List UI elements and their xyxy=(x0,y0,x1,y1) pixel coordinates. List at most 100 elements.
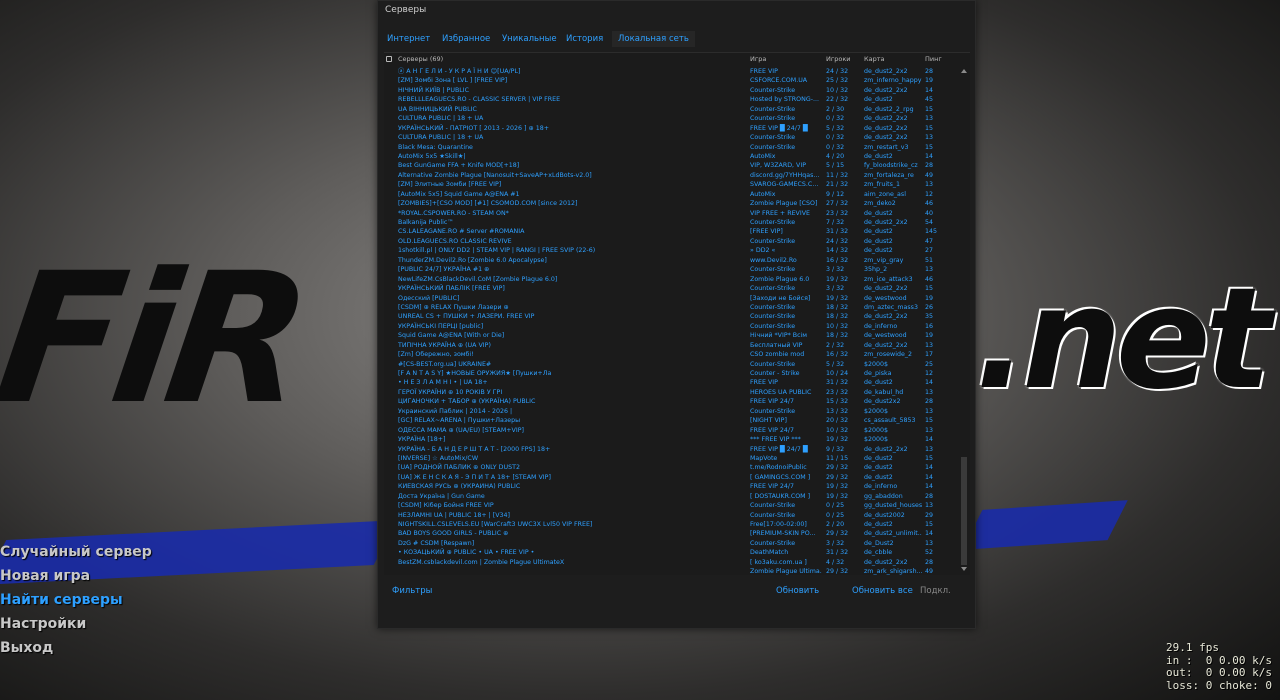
table-row[interactable]: Украинский Паблик | 2014 - 2026 | Counter… xyxy=(384,407,960,416)
table-row[interactable]: Squid Game A@ENA [With or Die] Нічний *VI… xyxy=(384,331,960,340)
table-row[interactable]: AutoMix 5x5 ★Skill★| AutoMix 4 / 20 de_dust… xyxy=(384,152,960,161)
table-row[interactable]: [ZM] Элитные Зомби [FREE VIP] SVAROG-GAME… xyxy=(384,180,960,189)
table-row[interactable]: • Н Е З Л А М Н І • | UA 18+ FREE VIP 31 /… xyxy=(384,378,960,387)
server-map: de_dust2_unlimit... xyxy=(864,530,922,538)
server-name: [ZM] Элитные Зомби [FREE VIP] xyxy=(398,181,502,189)
table-row[interactable]: [ZM] Зомбі Зона [ LVL ] [FREE VIP] CSFORC… xyxy=(384,76,960,85)
table-row[interactable]: Zombie Plague Ultima... 29 / 32 zm_ark_shi… xyxy=(384,567,960,576)
scrollbar[interactable] xyxy=(960,67,968,573)
scroll-thumb[interactable] xyxy=(961,457,967,565)
background-logo-right: .net xyxy=(975,258,1272,421)
table-row[interactable]: NewLifeZM.CsBlackDevil.CoM [Zombie Plagu… xyxy=(384,275,960,284)
table-row[interactable]: Black Mesa: Quarantine Counter-Strike 0 / … xyxy=(384,143,960,152)
server-players: 19 / 32 xyxy=(826,294,849,302)
table-row[interactable]: REBELLLEAGUECS.RO - CLASSIC SERVER | VIP… xyxy=(384,95,960,104)
menu-exit[interactable]: Выход xyxy=(0,636,152,660)
server-players: 23 / 32 xyxy=(826,209,849,217)
scroll-down-arrow-icon[interactable] xyxy=(961,567,967,571)
server-ping: 40 xyxy=(925,209,934,217)
server-name: • Н Е З Л А М Н І • | UA 18+ xyxy=(398,379,488,387)
table-row[interactable]: ТИПІЧНА УКРАЇНА ⊕ (UA VIP) Бесплатный VIP… xyxy=(384,341,960,350)
table-row[interactable]: [UA] Ж Е Н С К А Я - Э П И Т А 18+ [STEA… xyxy=(384,473,960,482)
server-map: de_dust2 xyxy=(864,247,893,255)
server-name: УКРАЇНА - Б А Н Д Е Р Ш Т А Т - [2000 FP… xyxy=(398,445,551,453)
table-row[interactable]: 1shotkill.pl | ONLY DD2 | STEAM VIP | RA… xyxy=(384,246,960,255)
table-row[interactable]: CULTURA PUBLIC | 18 + UA Counter-Strike 0 … xyxy=(384,133,960,142)
scroll-up-arrow-icon[interactable] xyxy=(961,69,967,73)
table-row[interactable]: Доста Україна | Gun Game [ DOSTAUKR.COM ]… xyxy=(384,492,960,501)
server-players: 18 / 32 xyxy=(826,332,849,340)
table-row[interactable]: Balkanija Public™ Counter-Strike 7 / 32 de_… xyxy=(384,218,960,227)
column-servers[interactable]: Серверы (69) xyxy=(398,55,443,63)
table-row[interactable]: [ZOMBIES]+[CSO MOD] [#1] CSOMOD.COM [sin… xyxy=(384,199,960,208)
menu-settings[interactable]: Настройки xyxy=(0,612,152,636)
server-ping: 15 xyxy=(925,105,934,113)
menu-random-server[interactable]: Случайный сервер xyxy=(0,540,152,564)
table-row[interactable]: [PUBLIC 24/7] УКРАЇНА #1 ⊕ Counter-Strike… xyxy=(384,265,960,274)
table-row[interactable]: [F A N T A S Y] ★НОВЫЕ ОРУЖИЯ★ [Пушки+Ла… xyxy=(384,369,960,378)
table-row[interactable]: DzG # CSDM [Respawn] Counter-Strike 3 / 32… xyxy=(384,539,960,548)
table-row[interactable]: [CSDM] ⊕ RELAX Пушки Лазери ⊕ Counter-Str… xyxy=(384,303,960,312)
column-map[interactable]: Карта xyxy=(864,55,885,63)
table-row[interactable]: [Zm] Обережно, зомбі! CSO zombie mod 16 / … xyxy=(384,350,960,359)
connect-button[interactable]: Подкл. xyxy=(920,586,951,596)
server-game: Counter-Strike xyxy=(750,539,796,547)
table-row[interactable]: Одесский [PUBLIC] [Заходи не Бойся] 19 / 3… xyxy=(384,294,960,303)
table-row[interactable]: УКРАЇНСЬКІ ПЕРЦІ [public] Counter-Strike 1… xyxy=(384,322,960,331)
table-row[interactable]: UA ВІННИЦЬКИЙ PUBLIC Counter-Strike 2 / 30… xyxy=(384,105,960,114)
table-row[interactable]: Best GunGame FFA + Knife MOD[+18] VIP, W3… xyxy=(384,161,960,170)
table-row[interactable]: ОДЕССА МАМА ⊕ (UA/EU) [STEAM+VIP] FREE VI… xyxy=(384,426,960,435)
table-row[interactable]: ThunderZM.Devil2.Ro [Zombie 6.0 Apocalyp… xyxy=(384,256,960,265)
server-ping: 35 xyxy=(925,313,934,321)
table-row[interactable]: ⓐ А Н Г Е Л И - У К Р А Ї Н И ☺[UA/PL] FR… xyxy=(384,67,960,76)
table-row[interactable]: УКРАЇНА - Б А Н Д Е Р Ш Т А Т - [2000 FP… xyxy=(384,445,960,454)
table-row[interactable]: UNREAL CS + ПУШКИ + ЛАЗЕРИ. FREE VIP Coun… xyxy=(384,312,960,321)
server-ping: 13 xyxy=(925,115,934,123)
table-row[interactable]: [INVERSE] ☆ AutoMix/CW MapVote 11 / 15 de_d… xyxy=(384,454,960,463)
filters-button[interactable]: Фильтры xyxy=(392,586,432,596)
table-row[interactable]: • КОЗАЦЬКИЙ ⊕ PUBLIC • UA • FREE VIP • De… xyxy=(384,548,960,557)
table-row[interactable]: #[CS-BEST.org.ua] UKRAINE# Counter-Strike… xyxy=(384,360,960,369)
table-row[interactable]: Alternative Zombie Plague [Nanosuit+Save… xyxy=(384,171,960,180)
column-ping[interactable]: Пинг xyxy=(925,55,942,63)
server-game: FREE VIP █ 24/7 █ xyxy=(750,445,808,453)
table-row[interactable]: NIGHTSKILL.CSLEVELS.EU [WarCraft3 UWC3X … xyxy=(384,520,960,529)
table-row[interactable]: [CSDM] Кібер Бойня FREE VIP Counter-Strik… xyxy=(384,501,960,510)
table-row[interactable]: [AutoMix 5x5] Squid Game A@ENA #1 AutoMix… xyxy=(384,190,960,199)
tab-history[interactable]: История xyxy=(560,31,609,47)
column-players[interactable]: Игроки xyxy=(826,55,851,63)
server-ping: 13 xyxy=(925,341,934,349)
refresh-button[interactable]: Обновить xyxy=(776,586,819,596)
table-row[interactable]: [GC] RELAX~ARENA | Пушки+Лазеры [NIGHT VI… xyxy=(384,416,960,425)
lock-icon[interactable] xyxy=(386,56,392,62)
tab-lan[interactable]: Локальная сеть xyxy=(612,31,695,47)
table-row[interactable]: OLD.LEAGUECS.RO CLASSIC REVIVE Counter-St… xyxy=(384,237,960,246)
table-row[interactable]: НЕЗЛАМНІ UA | PUBLIC 18+ | [V34] Counter-… xyxy=(384,511,960,520)
table-row[interactable]: КИЕВСКАЯ РУСЬ ⊕ (УКРАИНА) PUBLIC FREE VIP… xyxy=(384,482,960,491)
table-row[interactable]: УКРАЇНСЬКИЙ ПАБЛІК [FREE VIP] Counter-Str… xyxy=(384,284,960,293)
table-row[interactable]: ГЕРОЇ УКРАЇНИ ⊕ 10 РОКІВ У ГРІ HEROES UA … xyxy=(384,388,960,397)
column-game[interactable]: Игра xyxy=(750,55,766,63)
table-row[interactable]: НІЧНИЙ КИЇВ | PUBLIC Counter-Strike 10 / 3… xyxy=(384,86,960,95)
server-name: [ZOMBIES]+[CSO MOD] [#1] CSOMOD.COM [sin… xyxy=(398,200,578,208)
menu-find-servers[interactable]: Найти серверы xyxy=(0,588,152,612)
table-row[interactable]: *ROYAL.CSPOWER.RO - STEAM ON* VIP FREE + … xyxy=(384,209,960,218)
server-ping: 13 xyxy=(925,426,934,434)
tab-unique[interactable]: Уникальные xyxy=(496,31,563,47)
server-map: de_dust2_2_rpg xyxy=(864,105,914,113)
server-players: 22 / 32 xyxy=(826,96,849,104)
table-row[interactable]: ЦИГАНОЧКИ + ТАБОР ⊕ (УКРАЇНА) PUBLIC FREE… xyxy=(384,397,960,406)
refresh-all-button[interactable]: Обновить все xyxy=(852,586,913,596)
table-row[interactable]: [UA] РОДНОЙ ПАБЛИК ⊕ ONLY DUST2 t.me/Rodn… xyxy=(384,463,960,472)
dialog-title: Серверы xyxy=(385,5,427,15)
table-row[interactable]: CULTURA PUBLIC | 18 + UA Counter-Strike 0 … xyxy=(384,114,960,123)
menu-new-game[interactable]: Новая игра xyxy=(0,564,152,588)
table-row[interactable]: CS.LALEAGANE.RO # Server #ROMANIA [FREE V… xyxy=(384,227,960,236)
table-row[interactable]: УКРАЇНСЬКИЙ - ПАТРІОТ [ 2013 - 2026 ] ⊕ … xyxy=(384,124,960,133)
tab-internet[interactable]: Интернет xyxy=(381,31,436,47)
tab-favorites[interactable]: Избранное xyxy=(436,31,496,47)
table-row[interactable]: УКРАЇНА [18+] *** FREE VIP *** 19 / 32 $200… xyxy=(384,435,960,444)
table-row[interactable]: BestZM.csblackdevil.com | Zombie Plague … xyxy=(384,558,960,567)
table-row[interactable]: BAD BOYS GOOD GIRLS - PUBLIC ⊕ [PREMIUM-S… xyxy=(384,529,960,538)
server-players: 5 / 15 xyxy=(826,162,845,170)
